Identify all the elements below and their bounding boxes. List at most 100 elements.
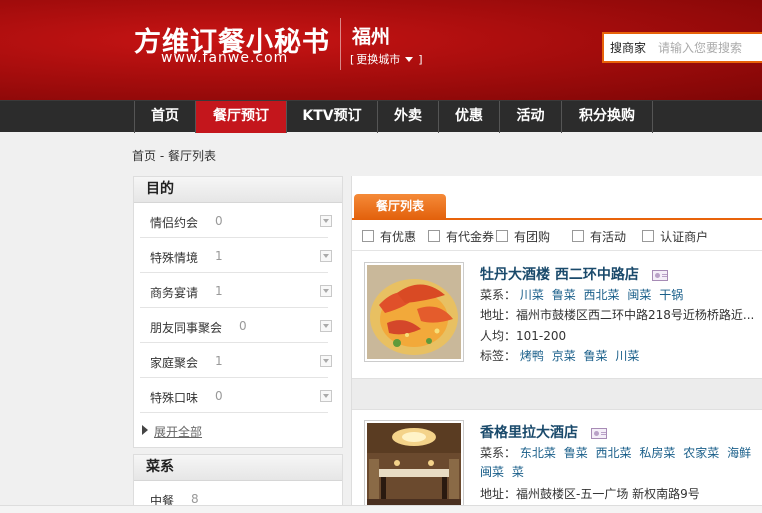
- header-divider: [340, 18, 341, 70]
- restaurant-card: 牡丹大酒楼 西二环中路店 菜系： 川菜 鲁菜 西北菜 闽菜 干锅 地址：福州市鼓…: [352, 252, 762, 380]
- filter-has-event[interactable]: 有活动: [572, 226, 626, 246]
- search-type-selector[interactable]: 搜商家: [604, 39, 646, 56]
- purpose-item[interactable]: 朋友同事聚会 0: [140, 308, 332, 343]
- cuisine-row: 菜系： 东北菜 鲁菜 西北菜 私房菜 农家菜 海鲜 闽菜 菜: [480, 444, 762, 482]
- filter-label: 有活动: [590, 229, 627, 244]
- restaurant-name-link[interactable]: 牡丹大酒楼 西二环中路店: [480, 264, 668, 284]
- filter-label: 有团购: [514, 229, 551, 244]
- purpose-count: 1: [215, 284, 223, 298]
- change-city-label: 更换城市: [356, 53, 401, 66]
- dropdown-arrow-icon[interactable]: [320, 320, 332, 332]
- cuisine-link[interactable]: 鲁菜: [552, 288, 576, 302]
- purpose-item[interactable]: 家庭聚会 1: [140, 343, 332, 378]
- cuisine-link[interactable]: 闽菜: [480, 465, 504, 479]
- purpose-count: 1: [215, 354, 223, 368]
- expand-all-label: 展开全部: [154, 425, 203, 439]
- cuisine-link[interactable]: 东北菜: [520, 446, 556, 460]
- divider: [352, 250, 762, 251]
- purpose-item[interactable]: 特殊情境 1: [140, 238, 332, 273]
- purpose-label: 情侣约会: [150, 216, 199, 230]
- cuisine-link[interactable]: 菜: [512, 465, 524, 479]
- cuisine-link[interactable]: 闽菜: [627, 288, 651, 302]
- filter-label: 有优惠: [380, 229, 417, 244]
- cuisine-link[interactable]: 海鲜: [727, 446, 751, 460]
- tab-restaurant-list[interactable]: 餐厅列表: [354, 194, 446, 220]
- purpose-item[interactable]: 商务宴请 1: [140, 273, 332, 308]
- search-input[interactable]: [658, 40, 759, 55]
- checkbox[interactable]: [642, 230, 655, 242]
- cuisine-link[interactable]: 鲁菜: [564, 446, 588, 460]
- checkbox[interactable]: [428, 230, 441, 242]
- logo-url[interactable]: www.fanwe.com: [161, 50, 288, 66]
- breadcrumb[interactable]: 首页 - 餐厅列表: [132, 147, 216, 164]
- purpose-count: 1: [215, 249, 223, 263]
- tab-bar: 餐厅列表: [352, 192, 762, 220]
- change-city-button[interactable]: [ 更换城市 ]: [350, 51, 423, 67]
- cuisine-link[interactable]: 川菜: [520, 288, 544, 302]
- cuisine-label: 菜系：: [480, 446, 517, 460]
- filter-has-discount[interactable]: 有优惠: [362, 226, 416, 246]
- purpose-item[interactable]: 特殊口味 0: [140, 378, 332, 413]
- page: 方维订餐小秘书 www.fanwe.com 福州 [ 更换城市 ] 搜商家 首页…: [0, 0, 762, 513]
- seafood-dish-image: [367, 265, 461, 359]
- purpose-count: 0: [215, 389, 223, 403]
- tag-link[interactable]: 烤鸭: [520, 349, 544, 363]
- nav-points-exchange[interactable]: 积分换购: [561, 101, 653, 133]
- address-text: 地址：福州鼓楼区-五一广场 新权南路9号: [480, 487, 700, 501]
- cuisine-link[interactable]: 西北菜: [584, 288, 620, 302]
- tag-link[interactable]: 川菜: [615, 349, 639, 363]
- nav-events[interactable]: 活动: [499, 101, 561, 133]
- search-box: 搜商家: [602, 32, 762, 63]
- cuisine-label: 菜系：: [480, 288, 517, 302]
- bracket-left: [: [350, 52, 355, 66]
- card-separator: [352, 378, 762, 410]
- filter-label: 有代金券: [446, 229, 495, 244]
- cuisine-title: 菜系: [134, 455, 342, 481]
- main-nav: 首页 餐厅预订 KTV预订 外卖 优惠 活动 积分换购: [0, 100, 762, 133]
- site-header: 方维订餐小秘书 www.fanwe.com 福州 [ 更换城市 ] 搜商家: [0, 0, 762, 100]
- address-text: 地址：福州市鼓楼区西二环中路218号近杨桥路近...: [480, 308, 755, 322]
- expand-all-button[interactable]: 展开全部: [134, 413, 342, 447]
- filter-checkboxes: 有优惠 有代金券 有团购 有活动 认证商户: [362, 226, 720, 246]
- cuisine-link[interactable]: 私房菜: [639, 446, 675, 460]
- purpose-count: 0: [239, 319, 247, 333]
- nav-ktv-booking[interactable]: KTV预订: [286, 101, 377, 133]
- filter-has-voucher[interactable]: 有代金券: [428, 226, 494, 246]
- restaurant-list-panel: 餐厅列表 有优惠 有代金券 有团购 有活动 认证商户 牡丹大酒楼 西二环中路店 …: [351, 176, 762, 513]
- purpose-title: 目的: [134, 177, 342, 203]
- nav-restaurant-booking[interactable]: 餐厅预订: [195, 101, 286, 133]
- cuisine-link[interactable]: 农家菜: [683, 446, 719, 460]
- restaurant-name-link[interactable]: 香格里拉大酒店: [480, 422, 607, 442]
- restaurant-card: 香格里拉大酒店 菜系： 东北菜 鲁菜 西北菜 私房菜 农家菜 海鲜 闽菜 菜 地…: [352, 410, 762, 513]
- purpose-item[interactable]: 情侣约会 0: [140, 203, 332, 238]
- id-card-icon: [590, 427, 607, 439]
- dropdown-arrow-icon[interactable]: [320, 390, 332, 402]
- purpose-label: 商务宴请: [150, 286, 199, 300]
- nav-discounts[interactable]: 优惠: [438, 101, 499, 133]
- triangle-right-icon: [142, 425, 148, 435]
- dropdown-arrow-icon[interactable]: [320, 215, 332, 227]
- purpose-label: 特殊口味: [150, 391, 199, 405]
- purpose-label: 特殊情境: [150, 251, 199, 265]
- restaurant-photo[interactable]: [364, 420, 464, 513]
- checkbox[interactable]: [496, 230, 509, 242]
- dropdown-arrow-icon[interactable]: [320, 250, 332, 262]
- checkbox[interactable]: [362, 230, 374, 242]
- checkbox[interactable]: [572, 230, 585, 242]
- dropdown-arrow-icon[interactable]: [320, 355, 332, 367]
- restaurant-photo[interactable]: [364, 262, 464, 362]
- horizontal-scrollbar[interactable]: [0, 505, 762, 513]
- tag-link[interactable]: 鲁菜: [584, 349, 608, 363]
- nav-home[interactable]: 首页: [134, 101, 195, 133]
- purpose-label: 朋友同事聚会: [150, 321, 223, 335]
- nav-takeout[interactable]: 外卖: [377, 101, 438, 133]
- dropdown-arrow-icon[interactable]: [320, 285, 332, 297]
- caret-down-icon: [405, 56, 414, 62]
- cuisine-link[interactable]: 西北菜: [596, 446, 632, 460]
- bracket-right: ]: [418, 52, 423, 66]
- tags-label: 标签：: [480, 349, 517, 363]
- tag-link[interactable]: 京菜: [552, 349, 576, 363]
- filter-has-groupbuy[interactable]: 有团购: [496, 226, 550, 246]
- cuisine-link[interactable]: 干锅: [659, 288, 683, 302]
- filter-certified[interactable]: 认证商户: [642, 226, 708, 246]
